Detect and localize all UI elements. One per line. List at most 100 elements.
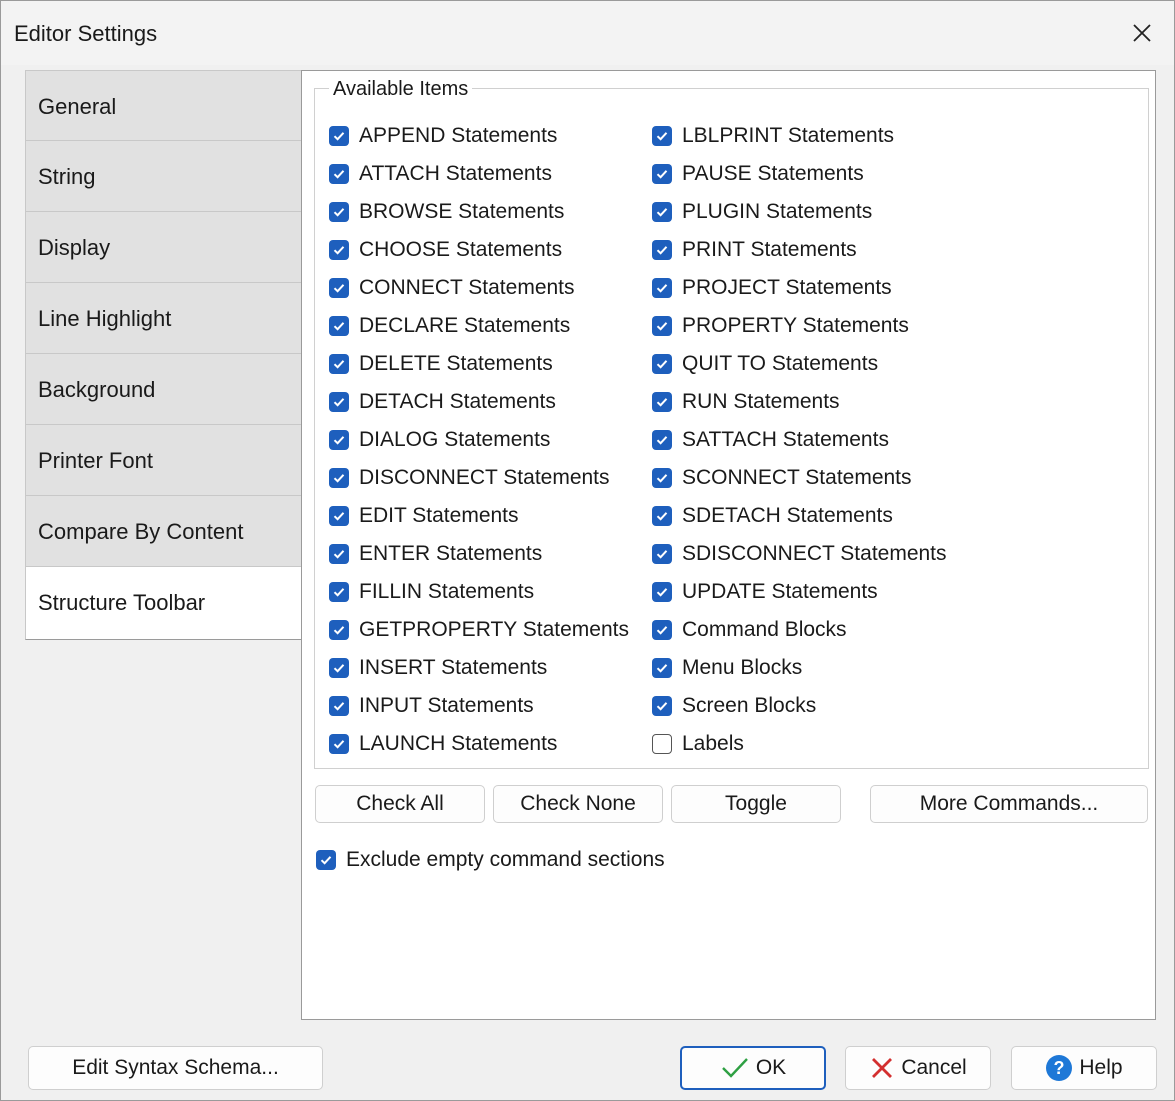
tab-printer-font[interactable]: Printer Font: [25, 425, 302, 496]
item-option[interactable]: Menu Blocks: [652, 649, 947, 687]
item-option[interactable]: SATTACH Statements: [652, 421, 947, 459]
item-option[interactable]: GETPROPERTY Statements: [329, 611, 629, 649]
item-checkbox[interactable]: [652, 126, 672, 146]
check-none-button[interactable]: Check None: [493, 785, 663, 823]
check-all-button[interactable]: Check All: [315, 785, 485, 823]
item-option[interactable]: PAUSE Statements: [652, 155, 947, 193]
item-checkbox[interactable]: [329, 240, 349, 260]
item-option[interactable]: QUIT TO Statements: [652, 345, 947, 383]
item-option[interactable]: APPEND Statements: [329, 117, 629, 155]
tab-background[interactable]: Background: [25, 354, 302, 425]
item-option[interactable]: INPUT Statements: [329, 687, 629, 725]
tab-structure-toolbar[interactable]: Structure Toolbar: [25, 567, 303, 640]
checkmark-icon: [333, 474, 345, 483]
item-label: PROJECT Statements: [682, 276, 892, 299]
item-checkbox[interactable]: [329, 164, 349, 184]
checkmark-icon: [320, 856, 332, 865]
exclude-empty-sections-checkbox[interactable]: [316, 850, 336, 870]
item-checkbox[interactable]: [652, 544, 672, 564]
item-checkbox[interactable]: [329, 582, 349, 602]
item-checkbox[interactable]: [652, 582, 672, 602]
item-option[interactable]: UPDATE Statements: [652, 573, 947, 611]
item-checkbox[interactable]: [652, 354, 672, 374]
item-option[interactable]: BROWSE Statements: [329, 193, 629, 231]
toggle-button[interactable]: Toggle: [671, 785, 841, 823]
item-option[interactable]: RUN Statements: [652, 383, 947, 421]
item-checkbox[interactable]: [652, 506, 672, 526]
item-option[interactable]: ATTACH Statements: [329, 155, 629, 193]
item-option[interactable]: DECLARE Statements: [329, 307, 629, 345]
tab-general[interactable]: General: [25, 70, 302, 141]
item-option[interactable]: PROJECT Statements: [652, 269, 947, 307]
item-option[interactable]: FILLIN Statements: [329, 573, 629, 611]
exclude-empty-sections-option[interactable]: Exclude empty command sections: [316, 848, 665, 872]
item-checkbox[interactable]: [652, 430, 672, 450]
item-checkbox[interactable]: [329, 696, 349, 716]
item-label: DECLARE Statements: [359, 314, 571, 337]
help-label: Help: [1079, 1056, 1123, 1079]
item-checkbox[interactable]: [329, 468, 349, 488]
item-option[interactable]: Screen Blocks: [652, 687, 947, 725]
cancel-button[interactable]: Cancel: [845, 1046, 991, 1090]
item-checkbox[interactable]: [329, 278, 349, 298]
item-option[interactable]: DISCONNECT Statements: [329, 459, 629, 497]
close-button[interactable]: [1110, 1, 1174, 65]
item-option[interactable]: ENTER Statements: [329, 535, 629, 573]
tab-line-highlight[interactable]: Line Highlight: [25, 283, 302, 354]
item-option[interactable]: CHOOSE Statements: [329, 231, 629, 269]
item-checkbox[interactable]: [652, 164, 672, 184]
item-checkbox[interactable]: [329, 620, 349, 640]
item-label: SDETACH Statements: [682, 504, 893, 527]
edit-syntax-schema-button[interactable]: Edit Syntax Schema...: [28, 1046, 323, 1090]
item-checkbox[interactable]: [329, 734, 349, 754]
ok-button[interactable]: OK: [680, 1046, 826, 1090]
item-checkbox[interactable]: [329, 392, 349, 412]
checkmark-icon: [333, 246, 345, 255]
item-checkbox[interactable]: [329, 354, 349, 374]
item-checkbox[interactable]: [652, 620, 672, 640]
item-checkbox[interactable]: [329, 430, 349, 450]
checkmark-icon: [656, 588, 668, 597]
item-checkbox[interactable]: [652, 240, 672, 260]
item-checkbox[interactable]: [652, 696, 672, 716]
item-checkbox[interactable]: [652, 734, 672, 754]
item-checkbox[interactable]: [652, 202, 672, 222]
item-checkbox[interactable]: [652, 658, 672, 678]
item-label: PLUGIN Statements: [682, 200, 873, 223]
item-checkbox[interactable]: [652, 316, 672, 336]
item-checkbox[interactable]: [329, 506, 349, 526]
help-button[interactable]: ? Help: [1011, 1046, 1157, 1090]
item-option[interactable]: LAUNCH Statements: [329, 725, 629, 763]
item-option[interactable]: PLUGIN Statements: [652, 193, 947, 231]
item-option[interactable]: SCONNECT Statements: [652, 459, 947, 497]
item-option[interactable]: DIALOG Statements: [329, 421, 629, 459]
item-checkbox[interactable]: [652, 278, 672, 298]
tab-compare-by-content[interactable]: Compare By Content: [25, 496, 302, 567]
tab-display[interactable]: Display: [25, 212, 302, 283]
tab-string[interactable]: String: [25, 141, 302, 212]
item-option[interactable]: PRINT Statements: [652, 231, 947, 269]
item-option[interactable]: Command Blocks: [652, 611, 947, 649]
item-label: DELETE Statements: [359, 352, 553, 375]
item-option[interactable]: SDETACH Statements: [652, 497, 947, 535]
item-checkbox[interactable]: [652, 468, 672, 488]
item-option[interactable]: CONNECT Statements: [329, 269, 629, 307]
item-checkbox[interactable]: [329, 126, 349, 146]
item-option[interactable]: SDISCONNECT Statements: [652, 535, 947, 573]
item-option[interactable]: DELETE Statements: [329, 345, 629, 383]
item-checkbox[interactable]: [329, 544, 349, 564]
item-option[interactable]: EDIT Statements: [329, 497, 629, 535]
item-option[interactable]: DETACH Statements: [329, 383, 629, 421]
item-option[interactable]: LBLPRINT Statements: [652, 117, 947, 155]
item-option[interactable]: PROPERTY Statements: [652, 307, 947, 345]
checkmark-icon: [333, 170, 345, 179]
item-checkbox[interactable]: [329, 316, 349, 336]
checkmark-icon: [656, 436, 668, 445]
item-option[interactable]: INSERT Statements: [329, 649, 629, 687]
more-commands-button[interactable]: More Commands...: [870, 785, 1148, 823]
item-checkbox[interactable]: [329, 658, 349, 678]
item-checkbox[interactable]: [652, 392, 672, 412]
item-option[interactable]: Labels: [652, 725, 947, 763]
checkmark-icon: [656, 398, 668, 407]
item-checkbox[interactable]: [329, 202, 349, 222]
